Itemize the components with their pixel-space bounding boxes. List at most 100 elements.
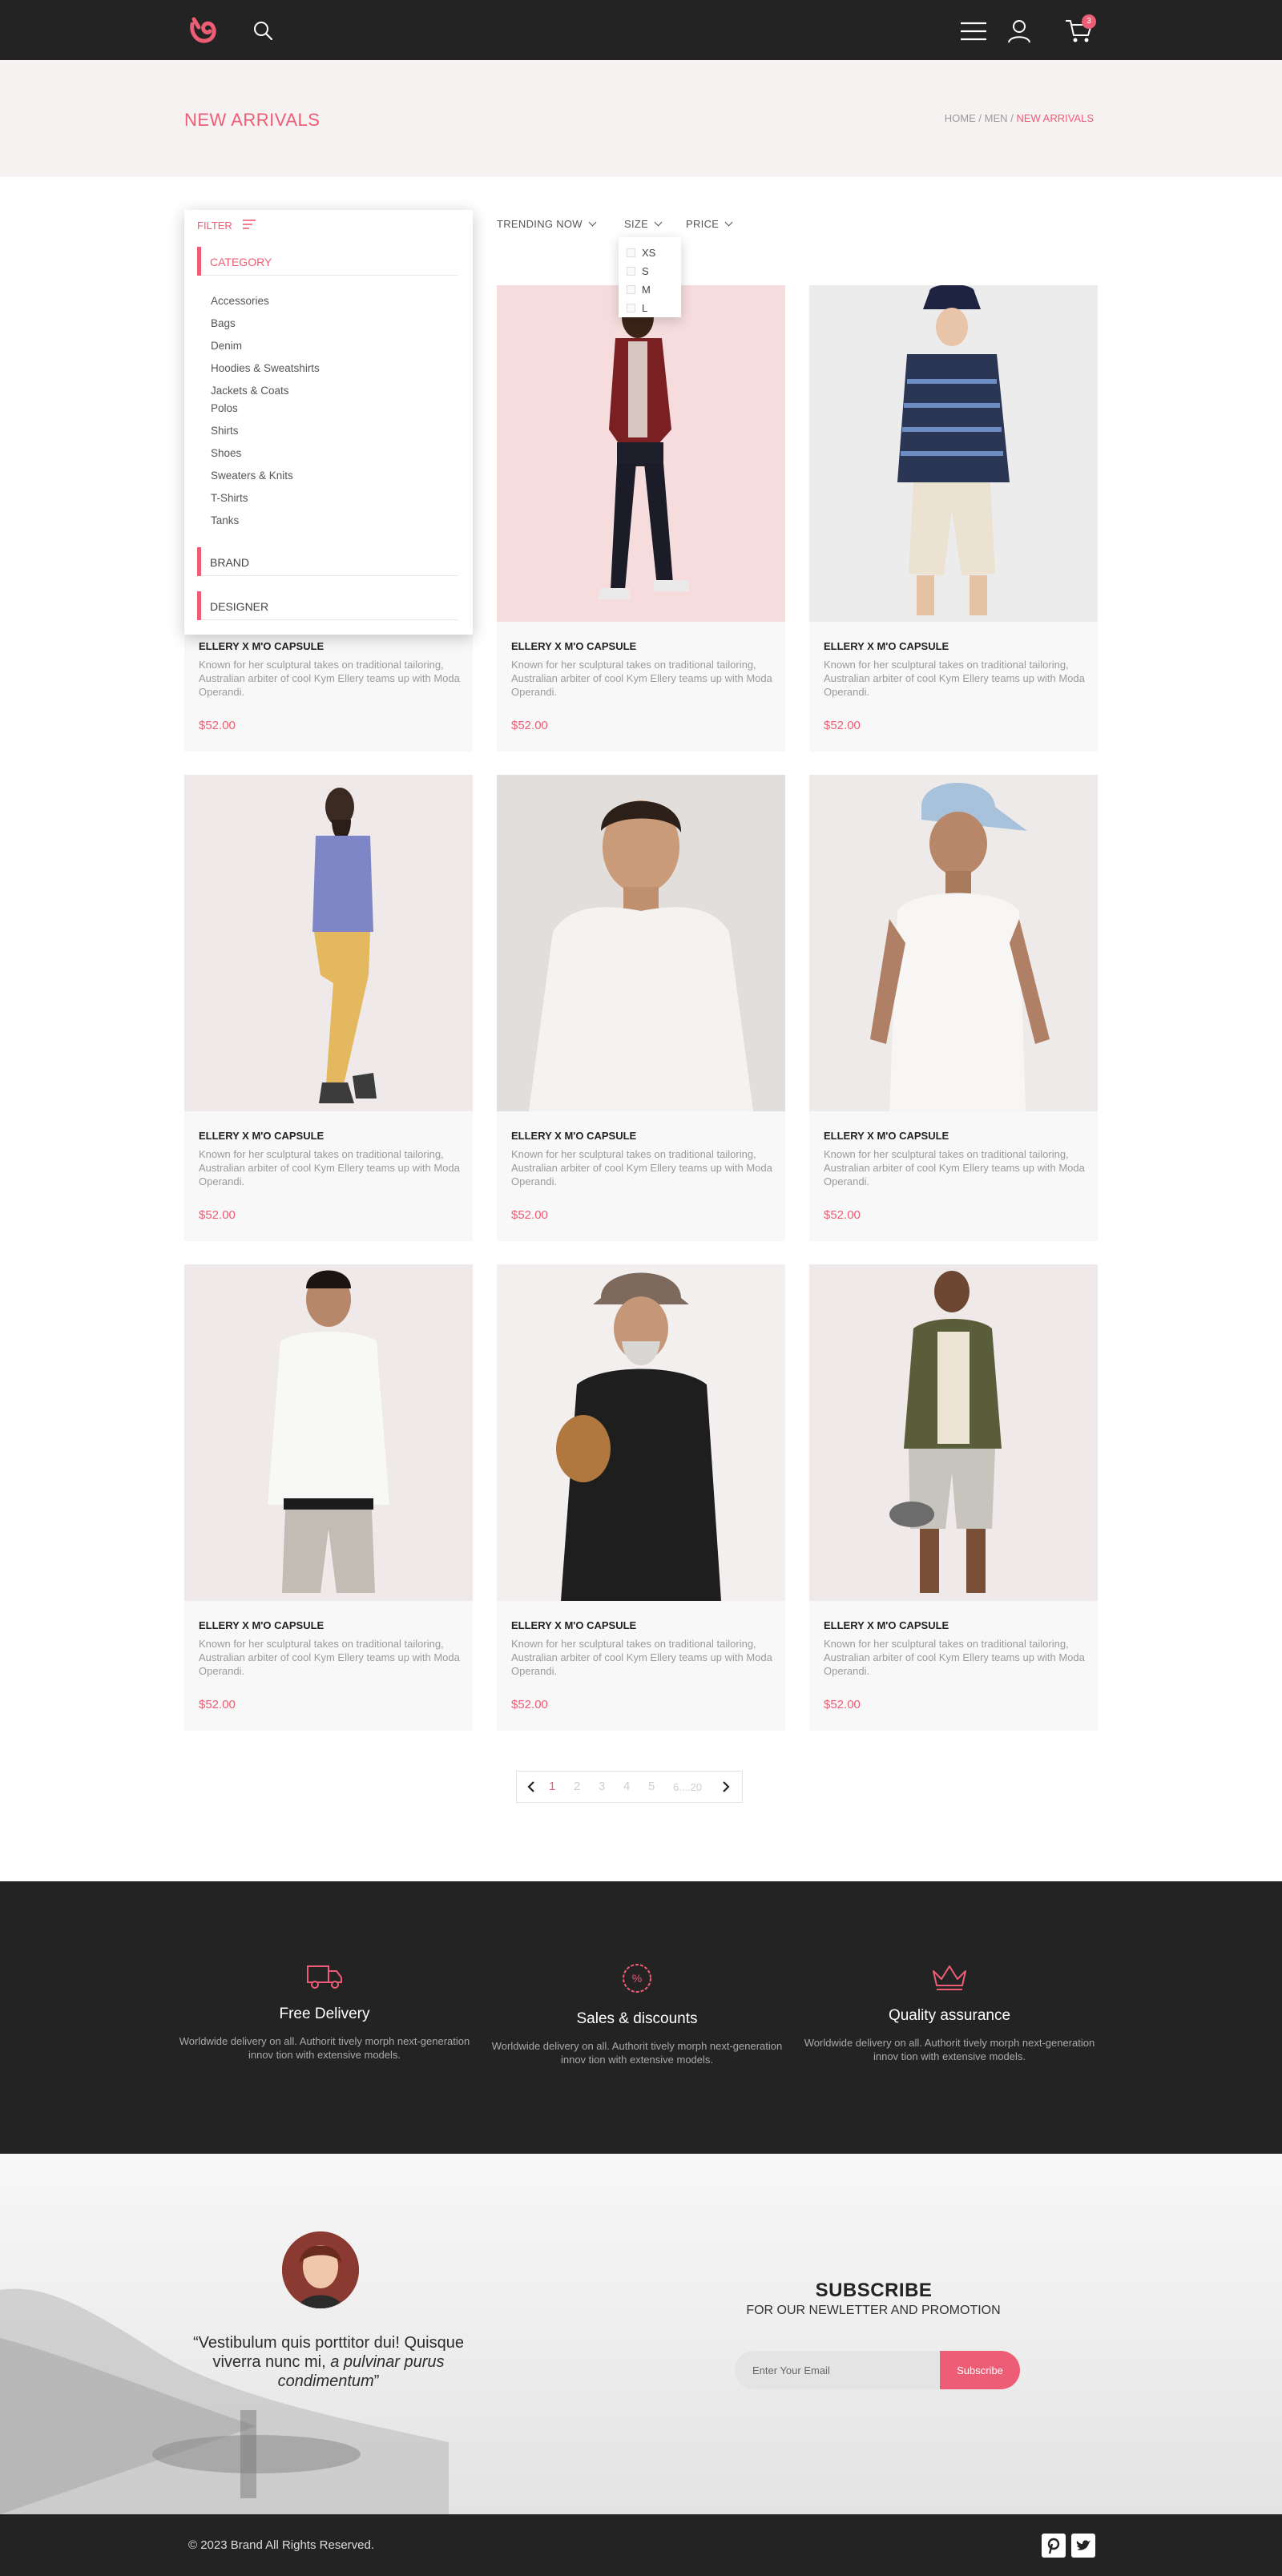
chevron-left-icon[interactable] bbox=[526, 1781, 536, 1792]
chevron-down-icon bbox=[654, 218, 663, 227]
size-checkbox[interactable] bbox=[627, 304, 635, 312]
page-link[interactable]: 1 bbox=[549, 1780, 555, 1793]
product-name[interactable]: ELLERY X M'O CAPSULE bbox=[824, 1619, 949, 1631]
size-option-xs[interactable]: XS bbox=[627, 244, 681, 262]
product-name[interactable]: ELLERY X M'O CAPSULE bbox=[511, 1619, 636, 1631]
crown-icon bbox=[933, 1965, 966, 1990]
category-item[interactable]: Denim bbox=[211, 340, 242, 352]
feature-text: Worldwide delivery on all. Authorit tive… bbox=[491, 2040, 783, 2066]
product-description: Known for her sculptural takes on tradit… bbox=[199, 1638, 460, 1677]
hamburger-menu-icon[interactable] bbox=[960, 21, 987, 42]
breadcrumb-separator: / bbox=[1010, 112, 1014, 124]
brand-heading: BRAND bbox=[210, 556, 250, 569]
category-item[interactable]: Bags bbox=[211, 317, 236, 329]
product-name[interactable]: ELLERY X M'O CAPSULE bbox=[824, 1130, 949, 1142]
feature-quality-assurance: Quality assurance Worldwide delivery on … bbox=[793, 1961, 1106, 2063]
product-image[interactable] bbox=[184, 775, 473, 1111]
breadcrumb-home[interactable]: HOME bbox=[945, 112, 976, 124]
product-description: Known for her sculptural takes on tradit… bbox=[824, 659, 1085, 698]
page-link[interactable]: 5 bbox=[648, 1780, 655, 1793]
section-accent-bar bbox=[197, 247, 201, 276]
copyright-text: © 2023 Brand All Rights Reserved. bbox=[188, 2538, 375, 2552]
size-checkbox[interactable] bbox=[627, 248, 635, 257]
product-name[interactable]: ELLERY X M'O CAPSULE bbox=[511, 640, 636, 652]
category-item[interactable]: Polos bbox=[211, 402, 238, 414]
price-label: PRICE bbox=[686, 218, 720, 230]
product-card[interactable]: ELLERY X M'O CAPSULE Known for her sculp… bbox=[809, 285, 1098, 752]
product-card[interactable]: ELLERY X M'O CAPSULE Known for her sculp… bbox=[497, 775, 785, 1241]
size-checkbox[interactable] bbox=[627, 285, 635, 294]
product-name[interactable]: ELLERY X M'O CAPSULE bbox=[199, 1619, 324, 1631]
product-price: $52.00 bbox=[824, 719, 861, 732]
size-option-s[interactable]: S bbox=[627, 262, 681, 280]
page-link[interactable]: 3 bbox=[599, 1780, 605, 1793]
size-option-m[interactable]: M bbox=[627, 280, 681, 299]
cart-count-badge: 3 bbox=[1082, 14, 1096, 29]
email-field[interactable] bbox=[735, 2351, 941, 2389]
product-image[interactable] bbox=[809, 775, 1098, 1111]
product-image[interactable] bbox=[809, 1264, 1098, 1601]
category-item[interactable]: Jackets & Coats bbox=[211, 385, 289, 397]
category-item[interactable]: Tanks bbox=[211, 514, 239, 526]
product-card[interactable]: ELLERY X M'O CAPSULE Known for her sculp… bbox=[497, 1264, 785, 1731]
designer-section-header[interactable]: DESIGNER bbox=[197, 591, 458, 620]
chevron-down-icon bbox=[724, 218, 733, 227]
category-item[interactable]: Sweaters & Knits bbox=[211, 470, 293, 482]
product-card[interactable]: ELLERY X M'O CAPSULE Known for her sculp… bbox=[809, 1264, 1098, 1731]
chevron-right-icon[interactable] bbox=[721, 1781, 731, 1792]
search-icon[interactable] bbox=[252, 19, 274, 42]
product-card[interactable]: ELLERY X M'O CAPSULE Known for her sculp… bbox=[184, 1264, 473, 1731]
brand-logo-icon[interactable] bbox=[186, 13, 220, 46]
category-item[interactable]: T-Shirts bbox=[211, 492, 248, 504]
product-price: $52.00 bbox=[511, 1698, 548, 1711]
page-link[interactable]: 4 bbox=[623, 1780, 630, 1793]
product-image[interactable] bbox=[809, 285, 1098, 622]
product-name[interactable]: ELLERY X M'O CAPSULE bbox=[199, 640, 324, 652]
product-name[interactable]: ELLERY X M'O CAPSULE bbox=[511, 1130, 636, 1142]
product-price: $52.00 bbox=[199, 719, 236, 732]
size-option-label: S bbox=[642, 265, 649, 277]
category-item[interactable]: Shirts bbox=[211, 425, 239, 437]
product-image[interactable] bbox=[497, 1264, 785, 1601]
section-accent-bar bbox=[197, 547, 201, 576]
size-option-label: M bbox=[642, 284, 651, 296]
size-option-l[interactable]: L bbox=[627, 299, 681, 317]
twitter-link[interactable] bbox=[1071, 2534, 1095, 2558]
pinterest-link[interactable] bbox=[1042, 2534, 1066, 2558]
filter-panel: FILTER CATEGORY Accessories Bags Denim H… bbox=[184, 210, 473, 635]
size-dropdown-menu: XS S M L bbox=[619, 237, 681, 317]
svg-text:%: % bbox=[632, 1972, 642, 1985]
page-link[interactable]: 6....20 bbox=[673, 1781, 702, 1793]
filter-toggle[interactable]: FILTER bbox=[197, 220, 256, 232]
chevron-down-icon bbox=[588, 218, 597, 227]
product-image[interactable] bbox=[184, 1264, 473, 1601]
category-item[interactable]: Accessories bbox=[211, 295, 269, 307]
size-checkbox[interactable] bbox=[627, 267, 635, 276]
product-description: Known for her sculptural takes on tradit… bbox=[199, 659, 460, 698]
size-dropdown[interactable]: SIZE bbox=[624, 218, 663, 230]
product-name[interactable]: ELLERY X M'O CAPSULE bbox=[824, 640, 949, 652]
filter-lines-icon bbox=[243, 220, 256, 229]
testimonial-quote: “Vestibulum quis porttitor dui! Quisque … bbox=[176, 2333, 481, 2391]
breadcrumb-men[interactable]: MEN bbox=[985, 112, 1008, 124]
product-card[interactable]: ELLERY X M'O CAPSULE Known for her sculp… bbox=[184, 775, 473, 1241]
user-account-icon[interactable] bbox=[1006, 18, 1032, 43]
product-image[interactable] bbox=[497, 285, 785, 622]
category-section-header[interactable]: CATEGORY bbox=[197, 247, 458, 276]
price-dropdown[interactable]: PRICE bbox=[686, 218, 733, 230]
page-link[interactable]: 2 bbox=[574, 1780, 580, 1793]
category-item[interactable]: Hoodies & Sweatshirts bbox=[211, 362, 320, 374]
product-image[interactable] bbox=[497, 775, 785, 1111]
category-item[interactable]: Shoes bbox=[211, 447, 241, 459]
subscribe-button[interactable]: Subscribe bbox=[940, 2351, 1020, 2389]
trending-now-label: TRENDING NOW bbox=[497, 218, 583, 230]
product-description: Known for her sculptural takes on tradit… bbox=[824, 1148, 1085, 1187]
product-price: $52.00 bbox=[199, 1208, 236, 1222]
product-card[interactable]: ELLERY X M'O CAPSULE Known for her sculp… bbox=[497, 285, 785, 752]
product-card[interactable]: ELLERY X M'O CAPSULE Known for her sculp… bbox=[809, 775, 1098, 1241]
product-name[interactable]: ELLERY X M'O CAPSULE bbox=[199, 1130, 324, 1142]
trending-now-dropdown[interactable]: TRENDING NOW bbox=[497, 218, 597, 230]
brand-section-header[interactable]: BRAND bbox=[197, 547, 458, 576]
product-price: $52.00 bbox=[199, 1698, 236, 1711]
product-price: $52.00 bbox=[511, 719, 548, 732]
